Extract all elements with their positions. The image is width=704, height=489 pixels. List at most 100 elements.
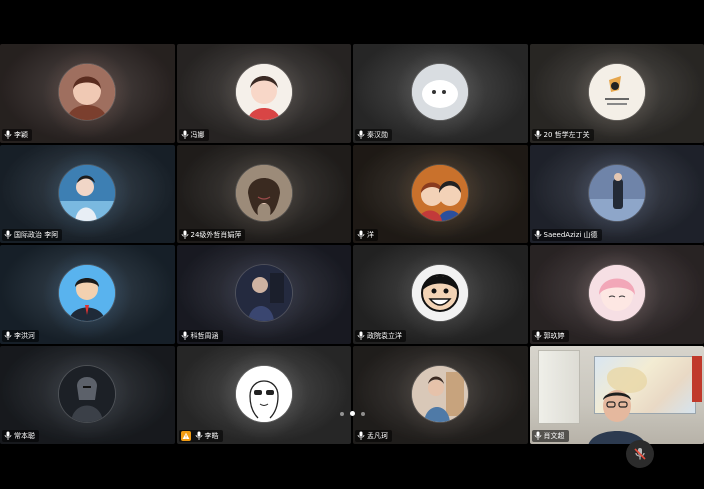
mic-icon — [357, 331, 365, 341]
avatar — [588, 64, 645, 121]
participant-name-bar: 孟凡珂 — [355, 430, 392, 442]
participant-name: 常本聪 — [14, 432, 35, 440]
mic-icon — [357, 230, 365, 240]
avatar-sketch-icon — [235, 365, 292, 422]
mic-icon — [357, 431, 365, 441]
avatar — [59, 64, 116, 121]
avatar — [588, 164, 645, 221]
avatar-knight-icon — [59, 365, 116, 422]
avatar — [59, 365, 116, 422]
participant-name: 24级外哲肖娟萍 — [190, 231, 242, 239]
avatar — [235, 64, 292, 121]
participant-tile[interactable]: 20 哲学左丁关 — [529, 44, 704, 143]
mic-icon — [534, 230, 542, 240]
participant-tile[interactable]: 李皓 — [176, 345, 351, 444]
page-dot-1[interactable] — [340, 411, 344, 416]
pagination-dots — [340, 411, 365, 416]
mic-icon — [534, 331, 542, 341]
participant-name-bar: SaeedAzizi 山德 — [531, 229, 602, 241]
avatar — [59, 265, 116, 322]
page-dot-2[interactable] — [350, 411, 355, 416]
participant-tile[interactable]: 冯娜 — [176, 44, 351, 143]
participant-name: 李洪河 — [14, 331, 35, 340]
participant-tile[interactable]: 孟凡珂 — [353, 345, 528, 444]
mic-icon — [534, 431, 542, 441]
video-background-cabinet — [537, 349, 580, 424]
avatar-photo-icon — [235, 164, 292, 221]
avatar-anime-icon — [412, 164, 469, 221]
participant-name: 李颖 — [14, 130, 28, 139]
participant-tile[interactable]: 秦汉勋 — [353, 44, 528, 143]
participant-tile[interactable]: 洋 — [353, 144, 528, 243]
mic-icon — [181, 230, 189, 240]
warning-icon — [180, 431, 191, 441]
avatar-cartoon-icon — [59, 265, 116, 322]
mic-icon — [357, 130, 365, 140]
mic-icon — [181, 130, 189, 140]
participant-name-bar: 李颖 — [2, 128, 32, 141]
mic-icon — [195, 431, 203, 441]
participant-name: 洋 — [367, 231, 374, 239]
participant-name: 李皓 — [204, 432, 219, 440]
video-grid: 李颖 冯娜 秦汉勋 20 哲学左丁关 国际政治 李阿 24级外哲肖娟萍 洋 Sa… — [0, 44, 704, 444]
participant-name-bar: 冯娜 — [178, 128, 209, 141]
participant-name-bar: 国际政治 李阿 — [2, 229, 63, 241]
participant-tile[interactable]: 24级外哲肖娟萍 — [176, 144, 351, 243]
mic-icon — [4, 130, 12, 140]
avatar — [235, 365, 292, 422]
participant-name: 科哲周涵 — [190, 331, 219, 340]
participant-name: 政院袁立洋 — [367, 331, 402, 340]
participant-name-bar: 李洪河 — [2, 329, 39, 342]
participant-tile[interactable]: 李洪河 — [0, 245, 175, 344]
avatar-photo-icon — [235, 265, 292, 322]
participant-tile[interactable]: 国际政治 李阿 — [0, 144, 175, 243]
mute-button[interactable] — [626, 440, 654, 468]
participant-name-bar: 科哲周涵 — [178, 329, 223, 342]
page-dot-3[interactable] — [361, 411, 365, 416]
video-background-flag — [692, 355, 702, 402]
avatar-photo-icon — [235, 64, 292, 121]
participant-tile[interactable]: 常本聪 — [0, 345, 175, 444]
participant-tile-video[interactable]: 肖文超 — [529, 345, 704, 444]
participant-name: 郭玖婷 — [543, 331, 565, 340]
avatar — [412, 365, 469, 422]
participant-name: 肖文超 — [543, 432, 565, 440]
avatar — [235, 164, 292, 221]
avatar — [412, 164, 469, 221]
avatar-photo-icon — [412, 365, 469, 422]
avatar-anime-icon — [588, 265, 645, 322]
avatar-photo-icon — [59, 164, 116, 221]
avatar-cartoon-icon — [412, 265, 469, 322]
participant-tile[interactable]: 政院袁立洋 — [353, 245, 528, 344]
participant-name-bar: 李皓 — [178, 430, 223, 442]
avatar-photo-icon — [588, 164, 645, 221]
participant-name-bar: 20 哲学左丁关 — [531, 128, 594, 141]
participant-name-bar: 常本聪 — [2, 430, 39, 442]
avatar — [59, 164, 116, 221]
participant-name: SaeedAzizi 山德 — [543, 231, 598, 239]
avatar — [235, 265, 292, 322]
participant-name-bar: 郭玖婷 — [531, 329, 569, 342]
participant-name-bar: 肖文超 — [531, 430, 569, 442]
avatar-illustration-icon — [588, 64, 645, 121]
participant-name: 冯娜 — [190, 130, 205, 139]
participant-name-bar: 政院袁立洋 — [355, 329, 406, 342]
participant-tile[interactable]: 科哲周涵 — [176, 245, 351, 344]
avatar — [412, 64, 469, 121]
participant-video-person — [588, 389, 645, 444]
mic-icon — [4, 431, 12, 441]
participant-name-bar: 秦汉勋 — [355, 128, 392, 141]
avatar-photo-icon — [59, 64, 116, 121]
participant-name: 国际政治 李阿 — [14, 231, 59, 239]
avatar — [588, 265, 645, 322]
mic-icon — [4, 230, 12, 240]
mic-icon — [181, 331, 189, 341]
participant-name: 孟凡珂 — [367, 432, 388, 440]
participant-tile[interactable]: 郭玖婷 — [529, 245, 704, 344]
participant-tile[interactable]: SaeedAzizi 山德 — [529, 144, 704, 243]
participant-name: 秦汉勋 — [367, 130, 388, 139]
mic-icon — [534, 130, 542, 140]
participant-name: 20 哲学左丁关 — [543, 130, 590, 139]
participant-tile[interactable]: 李颖 — [0, 44, 175, 143]
mic-icon — [4, 331, 12, 341]
